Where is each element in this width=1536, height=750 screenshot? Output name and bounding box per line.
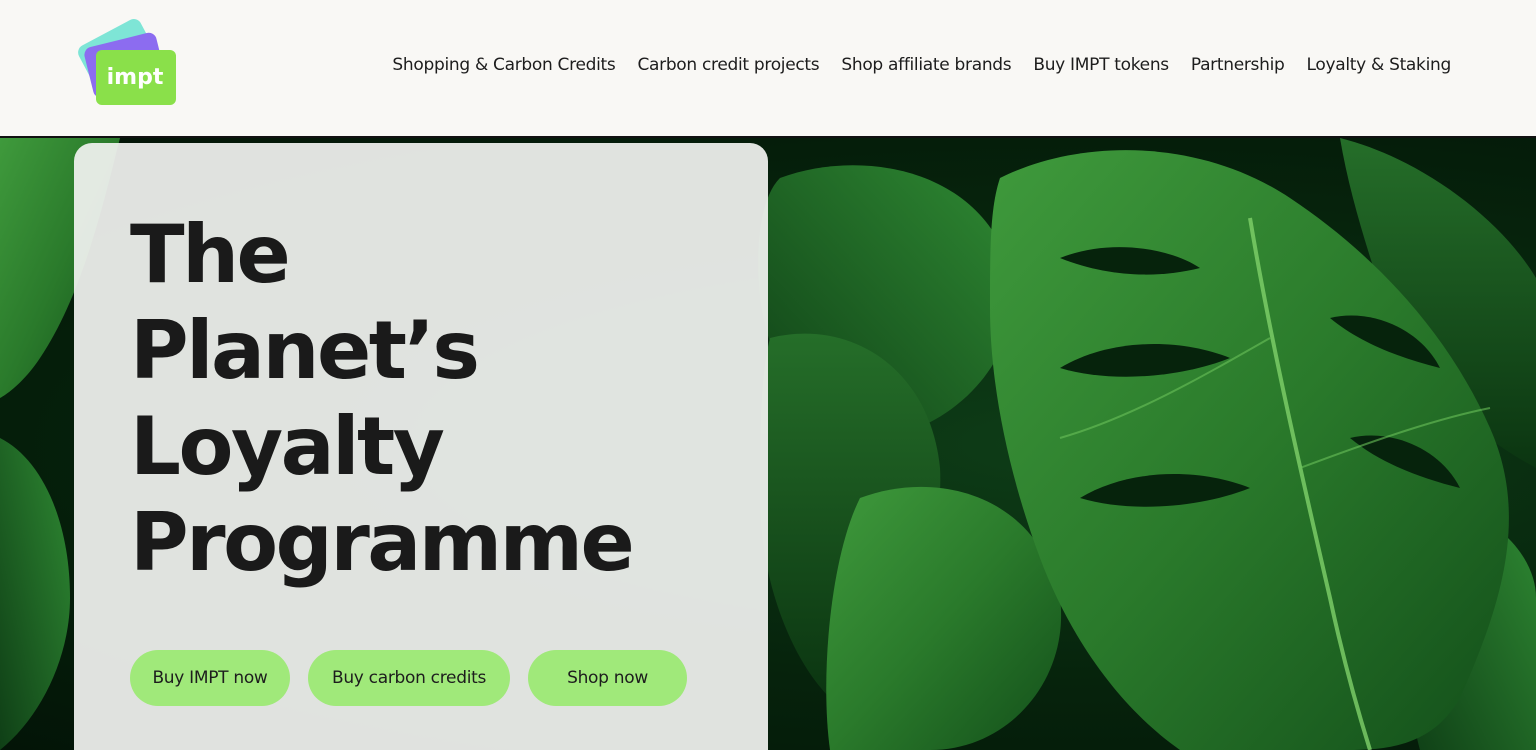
stacked-cards-logo-icon: impt bbox=[78, 19, 176, 105]
logo-text: impt bbox=[107, 65, 164, 90]
hero-title-line-1: The bbox=[130, 208, 291, 301]
hero-title-line-4: Programme bbox=[130, 496, 635, 589]
site-header: impt Shopping & Carbon Credits Carbon cr… bbox=[0, 0, 1536, 136]
header-divider bbox=[0, 136, 1536, 138]
page: impt Shopping & Carbon Credits Carbon cr… bbox=[0, 0, 1536, 750]
nav-item-partnership[interactable]: Partnership bbox=[1180, 52, 1296, 78]
hero-title-line-3: Loyalty bbox=[130, 400, 445, 493]
nav-item-shopping-carbon-credits[interactable]: Shopping & Carbon Credits bbox=[381, 52, 626, 78]
buy-impt-now-button[interactable]: Buy IMPT now bbox=[130, 650, 290, 706]
hero-title: The Planet’s Loyalty Programme bbox=[130, 207, 635, 591]
main-nav: Shopping & Carbon Credits Carbon credit … bbox=[381, 52, 1462, 78]
hero-card: The Planet’s Loyalty Programme Buy IMPT … bbox=[74, 143, 768, 750]
nav-item-carbon-credit-projects[interactable]: Carbon credit projects bbox=[626, 52, 830, 78]
nav-item-buy-impt-tokens[interactable]: Buy IMPT tokens bbox=[1022, 52, 1180, 78]
impt-logo[interactable]: impt bbox=[74, 18, 180, 110]
hero-title-line-2: Planet’s bbox=[130, 304, 480, 397]
buy-carbon-credits-button[interactable]: Buy carbon credits bbox=[308, 650, 510, 706]
hero-buttons: Buy IMPT now Buy carbon credits Shop now bbox=[130, 650, 687, 706]
shop-now-button[interactable]: Shop now bbox=[528, 650, 687, 706]
hero-section: The Planet’s Loyalty Programme Buy IMPT … bbox=[0, 138, 1536, 750]
nav-item-shop-affiliate-brands[interactable]: Shop affiliate brands bbox=[830, 52, 1022, 78]
nav-item-loyalty-staking[interactable]: Loyalty & Staking bbox=[1296, 52, 1462, 78]
